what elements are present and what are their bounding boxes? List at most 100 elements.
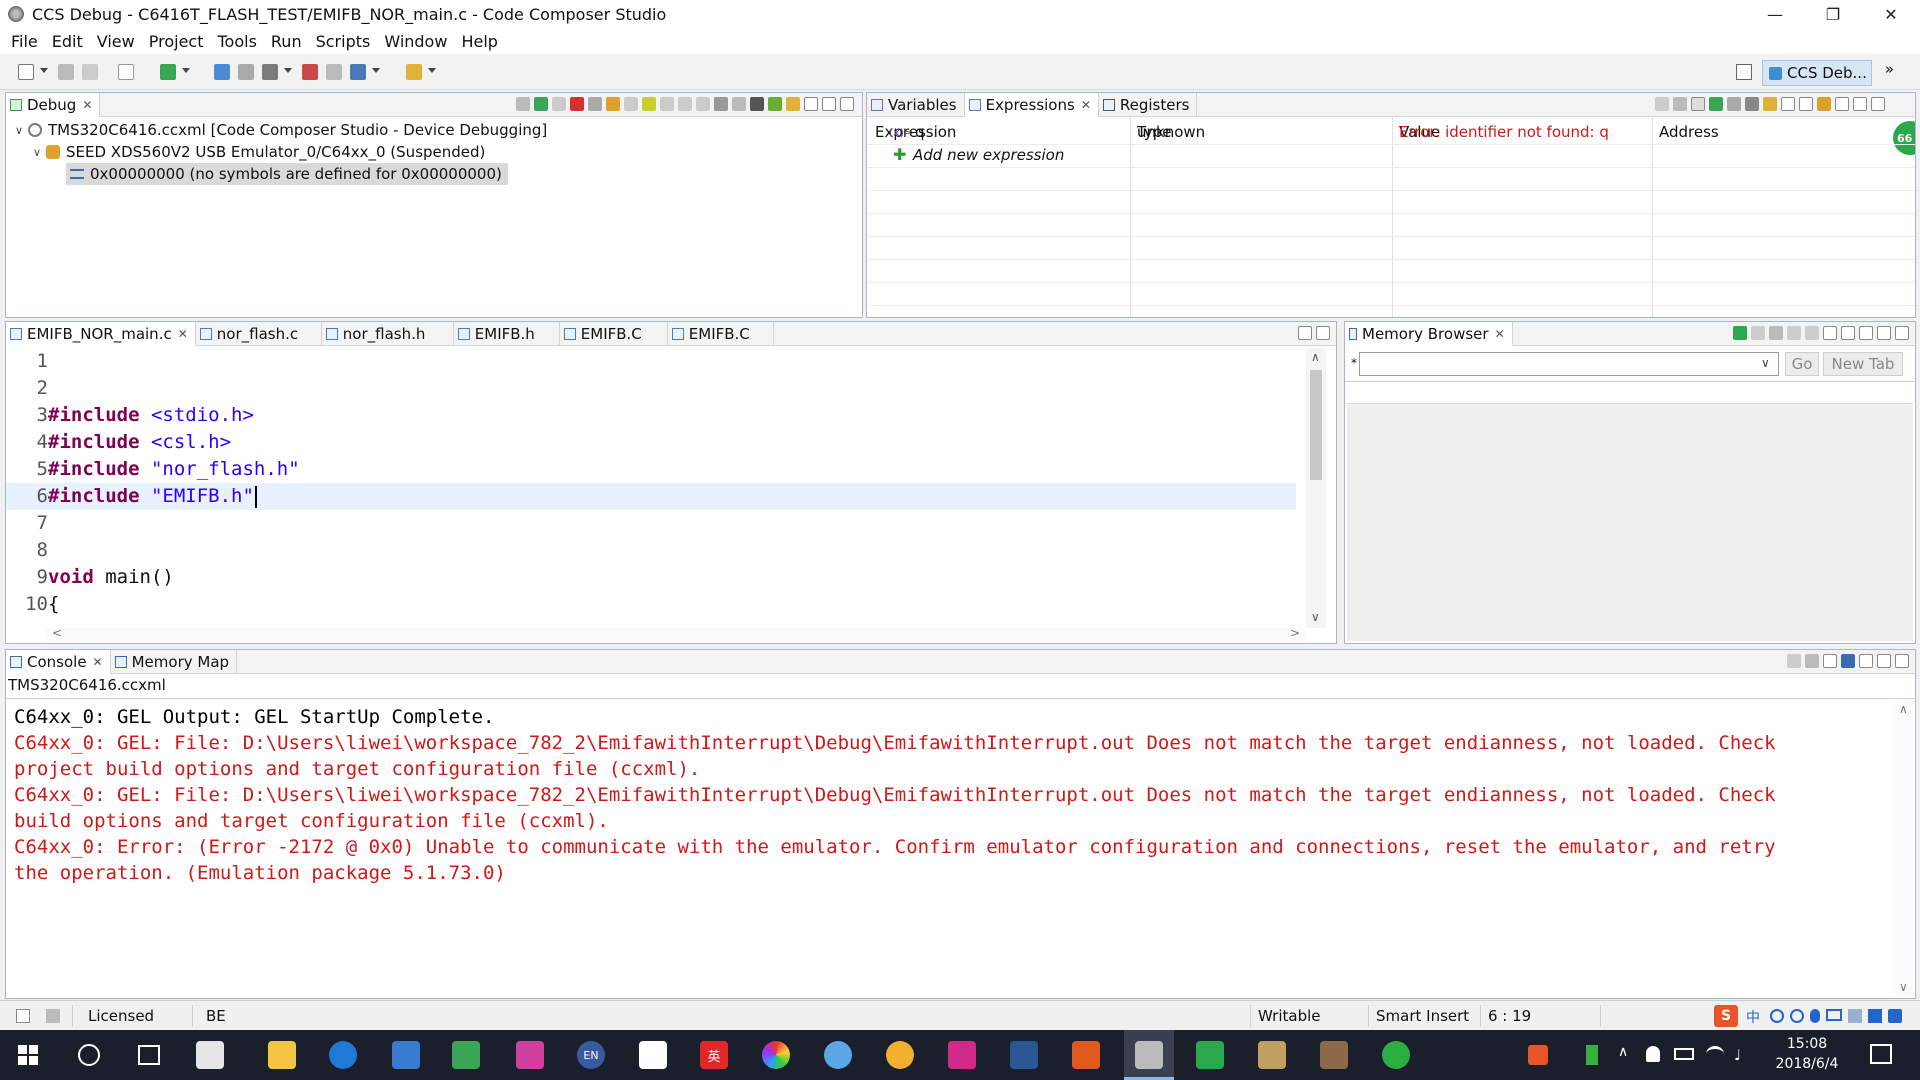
scroll-right-icon[interactable]: >	[1290, 626, 1300, 640]
editor-tab-nor-flash-c[interactable]: nor_flash.c	[196, 322, 322, 346]
close-icon[interactable]: ✕	[1495, 327, 1505, 341]
remove-launch-icon[interactable]	[516, 97, 530, 111]
sogou-ime-icon[interactable]: S	[1714, 1005, 1738, 1027]
calculator-icon[interactable]	[639, 1041, 667, 1069]
menu-scripts[interactable]: Scripts	[309, 32, 378, 51]
remove-expression-icon[interactable]	[1727, 97, 1741, 111]
save-icon[interactable]	[58, 64, 74, 80]
pinned-app-icon[interactable]	[452, 1041, 480, 1069]
chevron-down-icon[interactable]: ∨	[1761, 356, 1770, 370]
tree-item-emulator-core[interactable]: ∨ SEED XDS560V2 USB Emulator_0/C64xx_0 (…	[30, 141, 485, 163]
battery-app-tray-icon[interactable]	[1586, 1045, 1598, 1065]
assembly-step-over-icon[interactable]	[678, 97, 692, 111]
open-console-icon[interactable]	[1859, 654, 1873, 668]
assembly-step-into-icon[interactable]	[660, 97, 674, 111]
clock-date[interactable]: 2018/6/4	[1762, 1056, 1852, 1072]
step-over-icon[interactable]	[624, 97, 638, 111]
connect-target-icon[interactable]	[214, 64, 230, 80]
step-return-icon[interactable]	[642, 97, 656, 111]
view-menu-icon[interactable]	[804, 97, 818, 111]
menu-run[interactable]: Run	[264, 32, 309, 51]
minimize-view-icon[interactable]	[1877, 654, 1891, 668]
disconnect-icon[interactable]	[238, 64, 254, 80]
ime-voice-icon[interactable]	[1810, 1009, 1820, 1023]
pencil-icon[interactable]	[406, 64, 422, 80]
view-menu-icon[interactable]	[1835, 97, 1849, 111]
ccs-taskbar-button[interactable]	[1124, 1030, 1174, 1080]
matlab-icon[interactable]	[1072, 1041, 1100, 1069]
pin-console-icon[interactable]	[1823, 654, 1837, 668]
close-icon[interactable]: ✕	[178, 327, 188, 341]
pinned-app-icon[interactable]	[196, 1041, 224, 1069]
dictionary-icon[interactable]: 英	[700, 1041, 728, 1069]
ime-skin-icon[interactable]	[1848, 1009, 1862, 1023]
add-expression-icon[interactable]	[1709, 97, 1723, 111]
refresh-icon[interactable]	[1763, 97, 1777, 111]
run-to-line-icon[interactable]	[714, 97, 728, 111]
tab-console[interactable]: Console ✕	[6, 650, 111, 674]
tab-expressions[interactable]: Expressions ✕	[964, 93, 1099, 117]
ime-settings-icon[interactable]	[1888, 1009, 1902, 1023]
continuous-refresh-icon[interactable]	[1805, 326, 1819, 340]
minimize-view-icon[interactable]	[822, 97, 836, 111]
color-app-icon[interactable]	[762, 1041, 790, 1069]
open-console-icon[interactable]	[118, 64, 134, 80]
pinned-app-icon[interactable]	[948, 1041, 976, 1069]
console-scrollbar[interactable]: ∧ ∨	[1895, 700, 1913, 996]
memory-address-input[interactable]	[1359, 352, 1779, 376]
scroll-down-icon[interactable]: ∨	[1899, 980, 1908, 994]
pinned-app-icon[interactable]	[516, 1041, 544, 1069]
paint-icon[interactable]	[886, 1041, 914, 1069]
pinned-app-icon[interactable]	[1320, 1041, 1348, 1069]
maximize-view-icon[interactable]	[840, 97, 854, 111]
minimize-view-icon[interactable]	[1853, 97, 1867, 111]
edge-browser-icon[interactable]	[329, 1041, 357, 1069]
windows-start-icon[interactable]	[18, 1045, 38, 1065]
resume-icon[interactable]	[534, 97, 548, 111]
word-icon[interactable]	[1010, 1041, 1038, 1069]
menu-view[interactable]: View	[90, 32, 142, 51]
column-address[interactable]: Address	[1659, 123, 1719, 141]
editor-tab-emifb-nor-main-c[interactable]: EMIFB_NOR_main.c ✕	[6, 322, 196, 346]
scroll-up-icon[interactable]: ∧	[1899, 702, 1908, 716]
pinned-app-icon[interactable]	[1196, 1041, 1224, 1069]
go-button[interactable]: Go	[1785, 352, 1819, 376]
ime-keyboard-icon[interactable]	[1826, 1009, 1842, 1021]
wechat-icon[interactable]	[1382, 1041, 1410, 1069]
menu-project[interactable]: Project	[142, 32, 211, 51]
minimize-view-icon[interactable]	[1877, 326, 1891, 340]
perspective-more-button[interactable]: »	[1885, 60, 1894, 78]
assembly-step-return-icon[interactable]	[696, 97, 710, 111]
tree-item-target-config[interactable]: ∨ TMS320C6416.ccxml [Code Composer Studi…	[12, 119, 547, 141]
fast-view-icon[interactable]	[16, 1009, 30, 1023]
menu-window[interactable]: Window	[377, 32, 454, 51]
maximize-view-icon[interactable]	[1895, 326, 1909, 340]
terminate-icon[interactable]	[570, 97, 584, 111]
breakpoint-icon[interactable]	[302, 64, 318, 80]
scroll-up-icon[interactable]: ∧	[1311, 350, 1320, 364]
tab-variables[interactable]: Variables	[867, 93, 965, 117]
new-view-icon[interactable]	[1781, 97, 1795, 111]
editor-tab-emifb-h[interactable]: EMIFB.h	[454, 322, 560, 346]
maximize-view-icon[interactable]	[1316, 326, 1330, 340]
scroll-lock-icon[interactable]	[1805, 654, 1819, 668]
open-perspective-icon[interactable]	[1736, 64, 1752, 80]
wifi-icon[interactable]	[1706, 1046, 1724, 1062]
ime-toolbox-icon[interactable]	[1868, 1009, 1882, 1023]
menu-tools[interactable]: Tools	[210, 32, 263, 51]
editor-tab-emifb-c[interactable]: EMIFB.C	[560, 322, 668, 346]
close-icon[interactable]: ✕	[82, 98, 92, 112]
move-to-line-icon[interactable]	[732, 97, 746, 111]
fill-memory-icon[interactable]	[1787, 326, 1801, 340]
close-icon[interactable]: ✕	[93, 655, 103, 669]
scroll-down-icon[interactable]: ∨	[1311, 610, 1320, 624]
editor-tab-nor-flash-h[interactable]: nor_flash.h	[322, 322, 454, 346]
clock-time[interactable]: 15:08	[1762, 1036, 1852, 1052]
collapse-all-icon[interactable]	[1655, 97, 1669, 111]
suspend-icon[interactable]	[552, 97, 566, 111]
menu-edit[interactable]: Edit	[45, 32, 90, 51]
clear-console-icon[interactable]	[1787, 654, 1801, 668]
volume-icon[interactable]: ♩	[1734, 1046, 1741, 1064]
debug-dropdown-icon[interactable]	[182, 68, 190, 73]
pinned-app-icon[interactable]	[1258, 1041, 1286, 1069]
